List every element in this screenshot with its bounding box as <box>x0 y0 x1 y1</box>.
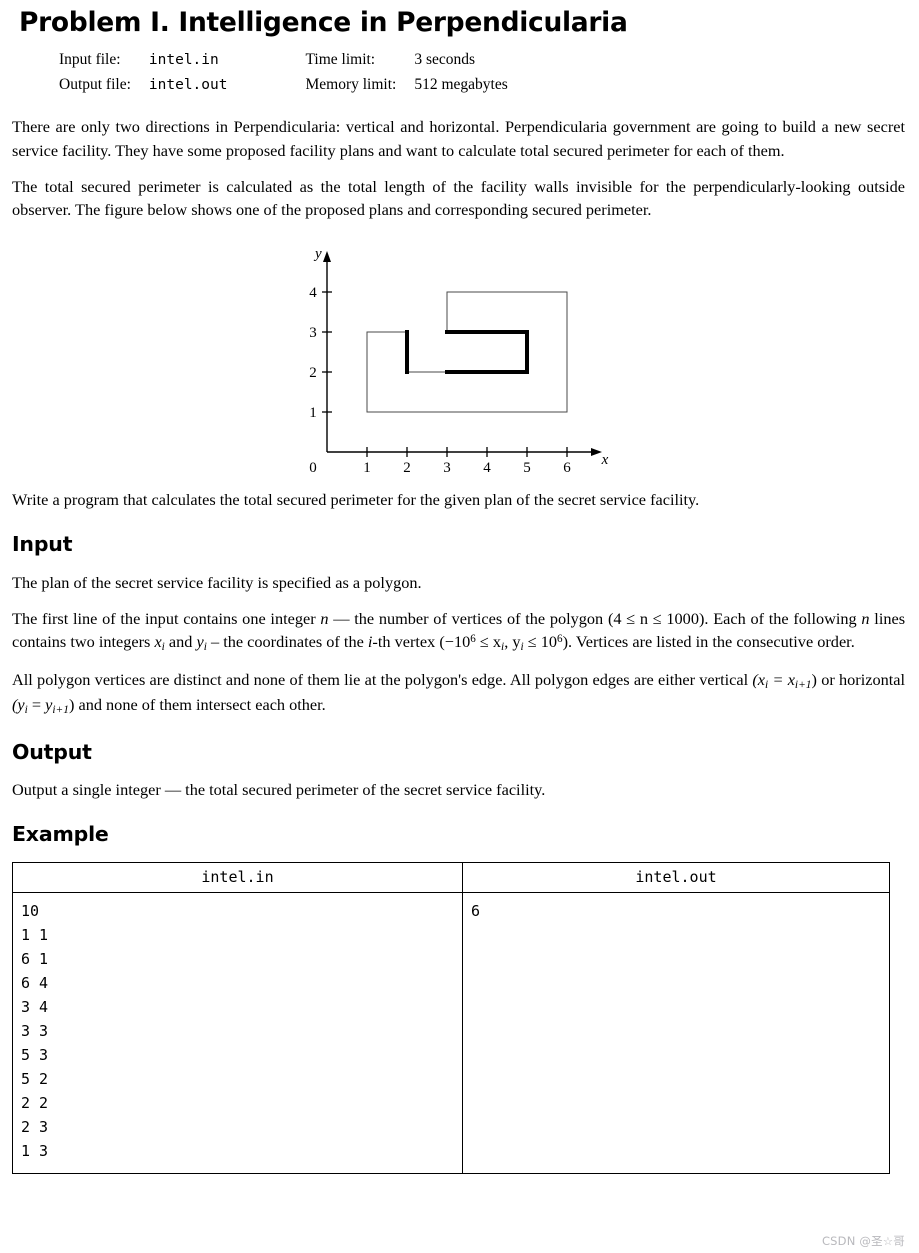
ytick-label-4: 4 <box>309 285 317 301</box>
intro-paragraph-1: There are only two directions in Perpend… <box>12 117 905 160</box>
input-intro-paragraph: The plan of the secret service facility … <box>12 572 422 592</box>
input-line1-a: The first line of the input contains one… <box>12 608 316 628</box>
constraints-a: All polygon vertices are distinct and no… <box>12 670 749 690</box>
var-xi: xi <box>154 632 165 653</box>
meta-spacer-2 <box>227 73 305 97</box>
problem-meta-table: Input file: intel.in Time limit: 3 secon… <box>59 48 508 97</box>
axis-ticks <box>321 290 568 457</box>
polygon-figure: 0 1 2 3 4 5 6 1 2 3 4 y x <box>12 240 907 475</box>
xtick-label-1: 1 <box>363 460 371 475</box>
xtick-label-2: 2 <box>403 460 411 475</box>
constraint-vertical: (xi = xi+1) <box>752 670 817 692</box>
origin-label: 0 <box>309 460 317 475</box>
time-limit-label: Time limit: <box>305 51 376 69</box>
xtick-label-6: 6 <box>563 460 571 475</box>
y-axis-arrow-icon <box>322 250 331 262</box>
example-header-input: intel.in <box>12 862 463 894</box>
meta-row-output: Output file: intel.out Memory limit: 512… <box>59 73 508 97</box>
var-n-1: n <box>320 608 329 628</box>
example-table-row: 10 1 1 6 1 6 4 3 4 3 3 5 3 5 2 2 2 2 3 1… <box>12 892 890 1174</box>
input-n-range: (4 ≤ n ≤ 1000). <box>607 608 709 628</box>
output-file-label: Output file: <box>59 75 131 93</box>
input-file-label: Input file: <box>59 51 121 69</box>
meta-row-input: Input file: intel.in Time limit: 3 secon… <box>59 48 508 72</box>
x-axis-arrow-icon <box>590 447 602 456</box>
example-header-output: intel.out <box>462 862 890 894</box>
example-output-text: 6 <box>471 902 481 921</box>
output-file-value: intel.out <box>148 76 228 93</box>
polygon-figure-svg: 0 1 2 3 4 5 6 1 2 3 4 y x <box>309 246 608 475</box>
constraints-or: or horizontal <box>821 670 906 690</box>
xtick-label-5: 5 <box>523 460 531 475</box>
xtick-label-3: 3 <box>443 460 451 475</box>
memory-limit-value: 512 megabytes <box>414 75 508 93</box>
example-input-text: 10 1 1 6 1 6 4 3 4 3 3 5 3 5 2 2 2 2 3 1… <box>21 902 49 1161</box>
input-file-value: intel.in <box>148 52 219 69</box>
coord-range: (−106 ≤ xi, yi ≤ 106). Vertices are list… <box>439 632 855 653</box>
csdn-watermark: CSDN @圣☆哥 <box>821 1234 905 1248</box>
page-title: Problem I. Intelligence in Perpendicular… <box>19 7 628 38</box>
input-line2-and: and <box>168 632 193 652</box>
x-axis-label: x <box>600 452 608 468</box>
secured-perimeter-segments <box>404 329 529 374</box>
constraints-tail: and none of them intersect each other. <box>78 695 326 715</box>
example-table: intel.in intel.out 10 1 1 6 1 6 4 3 4 3 … <box>12 862 890 1175</box>
y-axis-label: y <box>313 246 322 262</box>
example-output-cell: 6 <box>463 893 890 1174</box>
input-format-paragraph: The first line of the input contains one… <box>12 607 907 655</box>
input-line2-a: Each of the following <box>713 608 857 628</box>
ytick-label-2: 2 <box>309 365 317 381</box>
example-input-cell: 10 1 1 6 1 6 4 3 4 3 3 5 3 5 2 2 2 2 3 1… <box>12 892 463 1174</box>
input-line1-b: — the number of vertices of the polygon <box>333 608 604 628</box>
var-n-2: n <box>861 608 870 628</box>
constraint-horizontal: (yi = yi+1) <box>12 695 75 717</box>
example-table-header-row: intel.in intel.out <box>12 862 890 894</box>
ytick-label-3: 3 <box>309 325 317 341</box>
tick-labels: 0 1 2 3 4 5 6 1 2 3 4 <box>309 285 571 475</box>
section-heading-example: Example <box>12 822 109 847</box>
ytick-label-1: 1 <box>309 405 317 421</box>
after-figure-paragraph: Write a program that calculates the tota… <box>12 489 700 509</box>
xtick-label-4: 4 <box>483 460 491 475</box>
input-line2-c: – the coordinates of the <box>211 632 364 652</box>
var-yi: yi <box>196 632 207 653</box>
section-heading-output: Output <box>12 739 92 764</box>
meta-spacer <box>227 48 305 72</box>
output-body-paragraph: Output a single integer — the total secu… <box>12 780 546 800</box>
polygon-outline <box>366 291 567 413</box>
input-line2-d: -th vertex <box>372 632 436 652</box>
input-constraints-paragraph: All polygon vertices are distinct and no… <box>12 668 907 718</box>
section-heading-input: Input <box>12 531 73 556</box>
memory-limit-label: Memory limit: <box>305 75 397 93</box>
time-limit-value: 3 seconds <box>414 51 476 69</box>
document-page: Problem I. Intelligence in Perpendicular… <box>0 0 919 1253</box>
intro-paragraph-2: The total secured perimeter is calculate… <box>12 177 905 220</box>
axes-group <box>322 250 602 456</box>
